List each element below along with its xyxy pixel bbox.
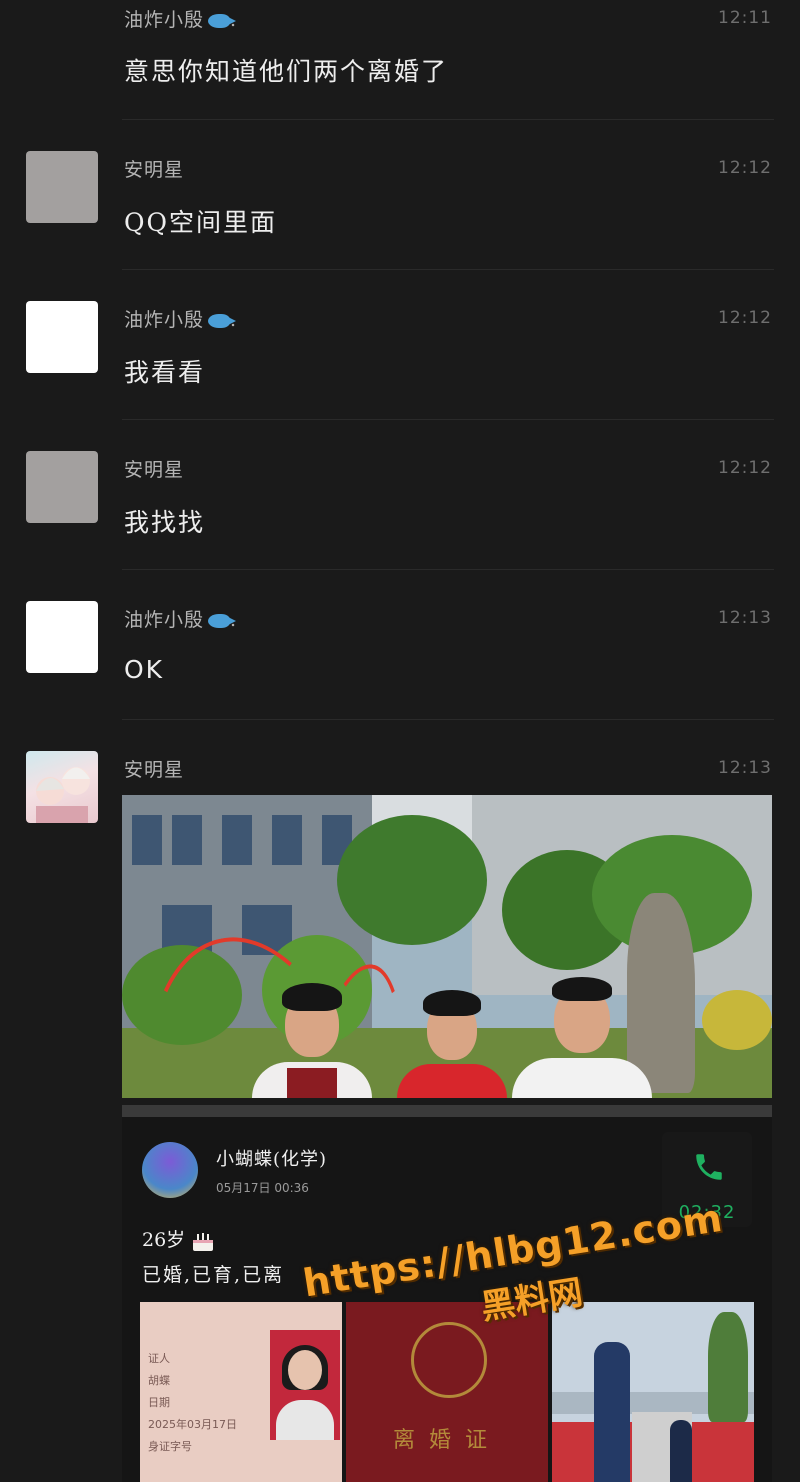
message-text: QQ空间里面 — [124, 208, 277, 237]
message-time: 12:12 — [718, 158, 772, 178]
avatar[interactable] — [26, 451, 98, 523]
message-time: 12:11 — [718, 8, 772, 28]
photo-tree — [337, 815, 487, 945]
certificate-line: 证人 — [148, 1352, 170, 1365]
divider — [122, 419, 774, 420]
message-time: 12:12 — [718, 308, 772, 328]
family-photo-image[interactable] — [552, 1302, 754, 1482]
message-time: 12:13 — [718, 608, 772, 628]
sender-name[interactable]: 油炸小殷. — [124, 305, 237, 332]
anime-avatar-illustration — [36, 767, 90, 823]
certificate-line: 胡蝶 — [148, 1374, 170, 1387]
sender-name[interactable]: 油炸小殷. — [124, 5, 237, 32]
image-separator — [122, 1105, 772, 1117]
post-date: 05月17日 00:36 — [216, 1181, 309, 1195]
sender-name[interactable]: 油炸小殷. — [124, 605, 237, 632]
contact-name: 小蝴蝶(化学) — [216, 1149, 328, 1170]
avatar[interactable] — [26, 601, 98, 673]
avatar[interactable] — [26, 301, 98, 373]
photo-adult — [594, 1342, 630, 1482]
certificate-line: 2025年03月17日 — [148, 1418, 237, 1431]
post-line-status: 已婚,已育,已离 — [142, 1264, 285, 1286]
photo-shrub — [702, 990, 772, 1050]
message-text: 我找找 — [124, 508, 206, 537]
sender-name-text: 油炸小殷 — [124, 309, 205, 331]
divider — [122, 269, 774, 270]
certificate-line: 身证字号 — [148, 1440, 192, 1453]
avatar[interactable] — [26, 751, 98, 823]
certificate-title: 离婚证 — [392, 1428, 501, 1453]
message-text: 意思你知道他们两个离婚了 — [124, 57, 449, 86]
divider — [122, 119, 774, 120]
sender-name[interactable]: 安明星 — [124, 455, 184, 482]
sender-name[interactable]: 安明星 — [124, 755, 184, 782]
photo-person-middle — [397, 988, 507, 1098]
fish-emoji-icon — [208, 614, 237, 628]
cake-icon — [191, 1230, 215, 1252]
age-text: 26岁 — [142, 1229, 186, 1251]
contact-avatar[interactable] — [142, 1142, 198, 1198]
certificate-text: 证人 胡蝶 日期 2025年03月17日 身证字号 — [148, 1348, 237, 1458]
message-time: 12:13 — [718, 758, 772, 778]
message-text: 我看看 — [124, 358, 206, 387]
sender-name[interactable]: 安明星 — [124, 155, 184, 182]
sender-name-text: 油炸小殷 — [124, 9, 205, 31]
divider — [122, 719, 774, 720]
divider — [122, 569, 774, 570]
certificate-line: 日期 — [148, 1396, 170, 1409]
avatar[interactable] — [26, 151, 98, 223]
post-line-age: 26岁 — [142, 1225, 215, 1252]
message-time: 12:12 — [718, 458, 772, 478]
message-text: OK — [124, 655, 165, 684]
photo-child — [670, 1420, 692, 1482]
sender-name-text: 油炸小殷 — [124, 609, 205, 631]
phone-icon — [696, 1154, 722, 1180]
group-photo-image[interactable] — [122, 795, 772, 1098]
fish-emoji-icon — [208, 314, 237, 328]
fish-emoji-icon — [208, 14, 237, 28]
photo-person-right — [512, 973, 652, 1098]
